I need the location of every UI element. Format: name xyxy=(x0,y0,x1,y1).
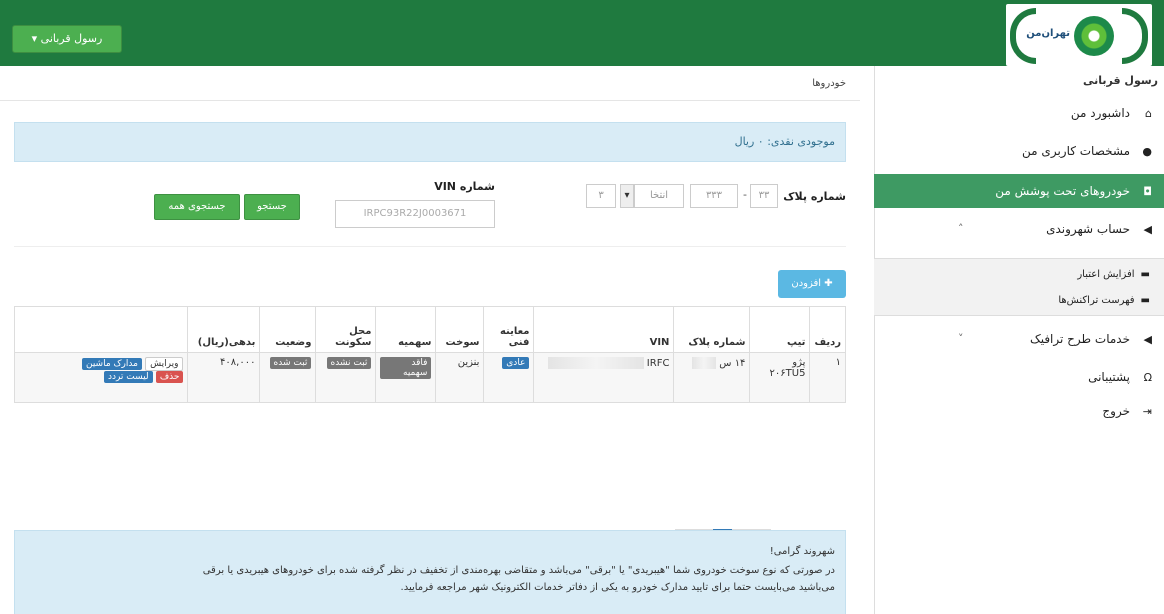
divider xyxy=(14,246,846,247)
breadcrumb: خودروها xyxy=(812,78,846,89)
user-menu-button[interactable]: رسول قربانی ▾ xyxy=(12,25,122,53)
sidebar-submenu: ▬افزایش اعتبار ▬فهرست تراکنش‌ها xyxy=(874,258,1164,316)
user-icon: ● xyxy=(1142,145,1152,158)
cell-type: پژو ۲۰۶TU5 xyxy=(749,352,811,403)
notice-line-1: در صورتی که نوع سوخت خودروی شما "هیبریدی… xyxy=(202,565,835,576)
column-header: سوخت xyxy=(435,306,485,353)
notice-box: شهروند گرامی! در صورتی که نوع سوخت خودرو… xyxy=(14,530,846,614)
column-header: تیپ xyxy=(749,306,811,353)
edit-button[interactable]: ویرایش xyxy=(145,357,184,371)
logo-bracket-right xyxy=(1122,8,1148,64)
column-header: وضعیت xyxy=(259,306,317,353)
sidebar-subitem-add-credit[interactable]: ▬افزایش اعتبار xyxy=(1077,263,1150,287)
column-header: سهمیه xyxy=(375,306,437,353)
column-header-actions xyxy=(13,306,189,353)
cell-vin: IRFC xyxy=(533,352,675,403)
balance-alert: موجودی نقدی: ۰ ریال xyxy=(14,122,846,162)
vehicle-documents-button[interactable]: مدارک ماشین xyxy=(81,358,142,370)
cell-fuel: بنزین xyxy=(435,352,485,403)
main-content: خودروها موجودی نقدی: ۰ ریال شماره پلاک ۳… xyxy=(0,66,860,614)
logout-icon: ⇥ xyxy=(1142,405,1152,418)
residence-badge: ثبت نشده xyxy=(326,357,372,369)
top-header: رسول قربانی ▾ تهران‌من xyxy=(0,0,1164,66)
column-header: شماره پلاک xyxy=(673,306,751,353)
column-header: معاینه فنی xyxy=(483,306,535,353)
redacted-mark xyxy=(692,357,717,369)
sidebar-item-profile[interactable]: ●مشخصات کاربری من xyxy=(874,136,1164,166)
redacted-mark xyxy=(547,357,644,369)
plate-dash: - xyxy=(743,188,747,201)
plate-label: شماره پلاک xyxy=(783,190,846,203)
car-icon: ◘ xyxy=(1143,185,1152,198)
traffic-list-button[interactable]: لیست تردد xyxy=(103,371,153,383)
status-badge: ثبت شده xyxy=(269,357,312,369)
cell-index: ۱ xyxy=(809,352,846,403)
search-button[interactable]: جستجو xyxy=(244,194,300,220)
sidebar-item-logout[interactable]: ⇥خروج xyxy=(874,396,1164,426)
card-icon: ▬ xyxy=(1140,295,1150,306)
caret-left-icon: ◀ xyxy=(1143,223,1152,236)
select-caret-icon[interactable]: ▾ xyxy=(620,184,634,208)
delete-button[interactable]: حذف xyxy=(155,371,184,383)
sidebar-item-traffic-services[interactable]: ◀خدمات طرح ترافیک ˅ xyxy=(874,324,1164,354)
table-header-row: ردیف تیپ شماره پلاک VIN معاینه فنی سوخت … xyxy=(13,306,846,353)
sidebar-subitem-transactions[interactable]: ▬فهرست تراکنش‌ها xyxy=(1058,289,1150,313)
column-header: محل سکونت xyxy=(315,306,377,353)
sidebar-item-vehicles[interactable]: ◘خودروهای تحت پوشش من xyxy=(874,174,1164,208)
add-vehicle-button[interactable]: ✚ افزودن xyxy=(778,270,846,298)
divider xyxy=(0,100,860,101)
notice-title: شهروند گرامی! xyxy=(769,546,835,557)
column-header: ردیف xyxy=(809,306,846,353)
column-header: بدهی(ریال) xyxy=(187,306,261,353)
headset-icon: Ω xyxy=(1143,371,1152,384)
caret-left-icon: ◀ xyxy=(1143,333,1152,346)
chevron-up-icon: ˄ xyxy=(958,222,964,235)
cell-debt: ۴۰۸,۰۰۰ xyxy=(187,352,261,403)
plate-letter-select[interactable]: انتخا xyxy=(634,184,684,208)
cell-inspection: عادی xyxy=(483,352,535,403)
plus-icon: ✚ xyxy=(824,278,833,289)
cell-plate: ۱۴ س xyxy=(673,352,751,403)
plate-input-3[interactable]: ۳ xyxy=(586,184,616,208)
inspection-badge: عادی xyxy=(502,357,530,369)
cell-quota: فاقد سهمیه xyxy=(375,352,437,403)
cell-status: ثبت شده xyxy=(259,352,317,403)
search-all-button[interactable]: جستجوی همه xyxy=(154,194,240,220)
logo-text: تهران‌من xyxy=(1026,28,1070,39)
vin-label: شماره VIN xyxy=(434,180,495,193)
home-icon: ⌂ xyxy=(1145,107,1152,120)
sidebar-item-citizen-account[interactable]: ◀حساب شهروندی ˄ xyxy=(874,214,1164,244)
cell-actions: ویرایش مدارک ماشین حذف لیست تردد xyxy=(13,352,189,403)
sidebar-username: رسول قربانی xyxy=(1083,74,1158,87)
column-header: VIN xyxy=(533,306,675,353)
vin-input[interactable]: IRPC93R22J0003671 xyxy=(335,200,495,228)
quota-badge: فاقد سهمیه xyxy=(380,357,432,379)
notice-line-2: می‌باشید می‌بایست حتما برای تایید مدارک … xyxy=(400,582,835,593)
plate-input-1[interactable]: ۳۳ xyxy=(750,184,778,208)
sidebar-item-support[interactable]: Ωپشتیبانی xyxy=(874,362,1164,392)
sidebar: رسول قربانی ⌂داشبورد من ●مشخصات کاربری م… xyxy=(874,66,1164,614)
chevron-down-icon: ˅ xyxy=(958,332,964,345)
card-icon: ▬ xyxy=(1140,269,1150,280)
logo[interactable]: تهران‌من xyxy=(1006,4,1152,66)
plate-input-2[interactable]: ۳۳۳ xyxy=(690,184,738,208)
vehicles-table: ردیف تیپ شماره پلاک VIN معاینه فنی سوخت … xyxy=(13,306,846,403)
flower-logo-icon xyxy=(1074,16,1114,56)
sidebar-item-dashboard[interactable]: ⌂داشبورد من xyxy=(874,98,1164,128)
cell-residence: ثبت نشده xyxy=(315,352,377,403)
table-row: ۱ پژو ۲۰۶TU5 ۱۴ س IRFC عادی بنزین فاقد س… xyxy=(13,352,846,403)
